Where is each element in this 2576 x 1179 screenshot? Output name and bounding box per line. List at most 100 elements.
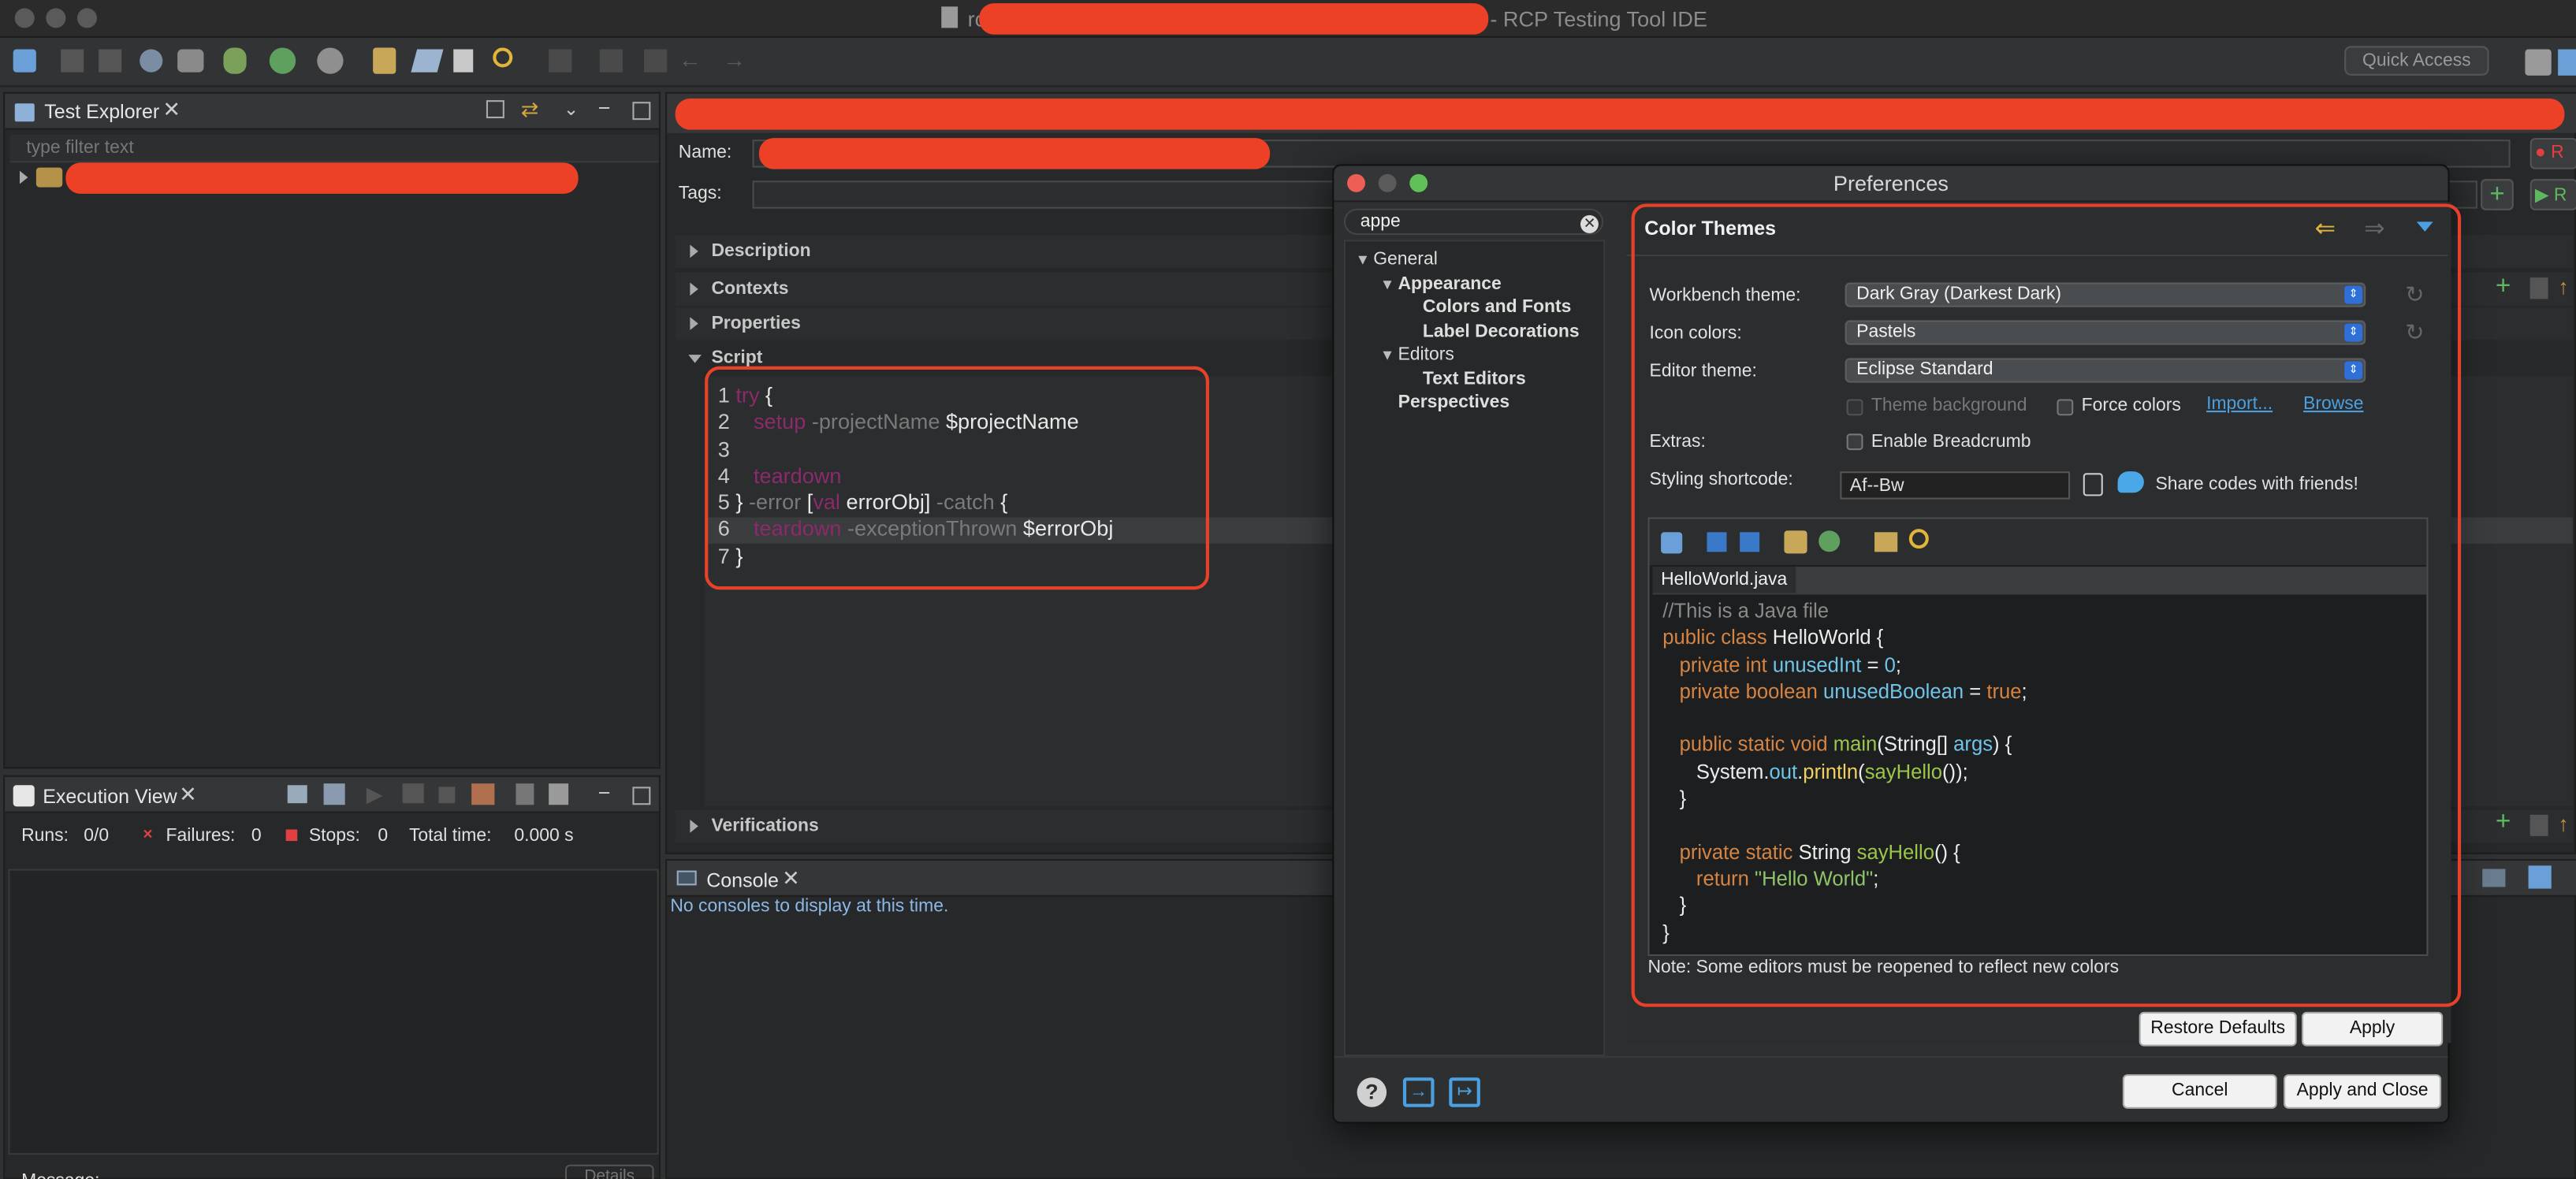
execution-tree[interactable]	[8, 868, 659, 1155]
display-console-icon[interactable]	[2482, 868, 2506, 887]
add-tag-button[interactable]: +	[2481, 179, 2514, 210]
execution-view-tab[interactable]: Execution View	[43, 785, 177, 808]
open-file-icon[interactable]	[453, 49, 474, 73]
preferences-tree[interactable]: ▼ General ▼ Appearance Colors and Fonts Label…	[1343, 240, 1606, 1057]
search-icon[interactable]	[493, 47, 513, 68]
remove-verification-icon[interactable]	[2529, 814, 2548, 836]
console-tab[interactable]: Console	[706, 869, 779, 892]
tree-item-appearance[interactable]: ▼ Appearance	[1346, 272, 1603, 296]
new-icon[interactable]	[13, 49, 36, 73]
save-icon[interactable]	[61, 49, 84, 73]
run-icon[interactable]	[269, 47, 296, 74]
forward-icon[interactable]: →	[723, 46, 746, 72]
eraser-icon[interactable]	[411, 49, 444, 73]
history-icon[interactable]	[287, 785, 307, 804]
document-icon	[941, 6, 959, 28]
test-explorer-icon	[14, 103, 35, 122]
apply-button[interactable]: Apply	[2301, 1011, 2444, 1047]
expand-arrow-icon[interactable]	[20, 170, 28, 184]
import-preferences-icon[interactable]: →	[1402, 1077, 1435, 1107]
close-window-button[interactable]	[14, 8, 35, 28]
open-console-icon[interactable]	[2528, 865, 2552, 889]
view-menu-icon[interactable]: ⌄	[564, 99, 579, 120]
collapse-arrow-icon[interactable]: ▼	[1355, 251, 1370, 268]
script-title: Script	[711, 348, 763, 368]
apply-and-close-button[interactable]: Apply and Close	[2284, 1074, 2442, 1109]
stop-icon[interactable]	[438, 787, 456, 804]
run-config-icon[interactable]	[317, 47, 344, 74]
next-annotation-icon[interactable]	[599, 49, 623, 73]
debug-icon[interactable]	[223, 47, 247, 74]
maximize-icon[interactable]	[632, 102, 651, 121]
link-editor-icon[interactable]: ⇄	[521, 97, 539, 123]
console-icon	[676, 870, 697, 886]
copy-icon[interactable]	[516, 783, 534, 805]
maximize-icon[interactable]	[632, 787, 651, 805]
tree-item-label: Text Editors	[1422, 368, 1526, 389]
report-icon[interactable]	[323, 783, 345, 805]
test-explorer-tab[interactable]: Test Explorer	[44, 100, 159, 123]
details-button[interactable]: Details	[564, 1164, 654, 1179]
rerun-icon[interactable]: ▶	[367, 782, 383, 808]
preferences-search-input[interactable]: appe	[1343, 208, 1604, 236]
redaction-mark	[758, 138, 1271, 169]
cancel-button[interactable]: Cancel	[2122, 1074, 2277, 1109]
replay-button[interactable]: ▶ R	[2529, 179, 2576, 210]
remove-context-icon[interactable]	[2529, 277, 2548, 299]
dialog-title-bar: Preferences	[1334, 166, 2448, 203]
pin-icon[interactable]	[644, 49, 668, 73]
export-preferences-icon[interactable]: ↦	[1449, 1077, 1480, 1107]
execution-view-header: Execution View ✕ ▶ −	[5, 776, 659, 813]
save-all-icon[interactable]	[99, 49, 122, 73]
execution-view-panel: Execution View ✕ ▶ − Runs: 0/0 × Failure…	[3, 775, 661, 1179]
tree-item-label: Editors	[1398, 344, 1454, 365]
collapse-arrow-icon[interactable]: ▼	[1380, 275, 1395, 292]
runs-label: Runs:	[21, 826, 69, 846]
minimize-window-button[interactable]	[46, 8, 66, 28]
expand-arrow-icon	[690, 317, 698, 330]
close-tab-icon[interactable]: ✕	[162, 97, 181, 123]
add-context-icon[interactable]: +	[2496, 273, 2511, 303]
tree-item-perspectives[interactable]: Perspectives	[1346, 391, 1603, 415]
name-label: Name:	[678, 143, 732, 163]
add-verification-icon[interactable]: +	[2496, 808, 2511, 838]
filter-input[interactable]: type filter text	[9, 134, 659, 163]
link-icon[interactable]	[177, 49, 204, 73]
move-up-icon[interactable]: ↑	[2558, 812, 2569, 836]
highlight-box	[705, 366, 1209, 590]
minimize-icon[interactable]: −	[598, 780, 611, 805]
console-message: No consoles to display at this time.	[670, 896, 949, 917]
external-tools-icon[interactable]	[373, 47, 396, 74]
folder-icon	[35, 167, 63, 188]
close-tab-icon[interactable]: ✕	[782, 865, 800, 891]
rerun-failed-icon[interactable]	[402, 783, 424, 804]
restore-defaults-button[interactable]: Restore Defaults	[2139, 1011, 2297, 1047]
tree-item-label-decorations[interactable]: Label Decorations	[1346, 319, 1603, 343]
total-time-label: Total time:	[408, 826, 492, 846]
open-perspective-icon[interactable]	[2558, 49, 2576, 76]
collapse-all-icon[interactable]	[486, 100, 504, 119]
minimize-icon[interactable]: −	[598, 95, 611, 120]
tree-item-label: Label Decorations	[1422, 321, 1580, 341]
collapse-arrow-icon[interactable]: ▼	[1380, 347, 1395, 363]
terminate-icon[interactable]	[471, 783, 495, 805]
quick-access-field[interactable]: Quick Access	[2344, 46, 2489, 76]
test-explorer-header: Test Explorer ✕ ⇄ ⌄ −	[5, 93, 659, 130]
tree-item-text-editors[interactable]: Text Editors	[1346, 367, 1603, 391]
tree-item-label: Appearance	[1398, 273, 1502, 294]
clear-search-icon[interactable]: ✕	[1580, 215, 1599, 233]
record-button[interactable]: ● R	[2529, 138, 2576, 169]
redaction-mark	[675, 99, 2565, 130]
back-icon[interactable]: ←	[679, 46, 702, 72]
move-up-icon[interactable]: ↑	[2558, 274, 2569, 299]
perspective-icon[interactable]	[2525, 49, 2552, 76]
zoom-window-button[interactable]	[76, 8, 97, 28]
annotation-icon[interactable]	[549, 49, 572, 73]
help-icon[interactable]: ?	[1357, 1077, 1387, 1107]
close-tab-icon[interactable]: ✕	[179, 782, 197, 808]
export-icon[interactable]	[549, 783, 569, 805]
tree-item-colors-and-fonts[interactable]: Colors and Fonts	[1346, 296, 1603, 319]
tree-item-general[interactable]: ▼ General	[1346, 248, 1603, 272]
tree-item-editors[interactable]: ▼ Editors	[1346, 344, 1603, 367]
record-icon[interactable]	[140, 49, 163, 73]
